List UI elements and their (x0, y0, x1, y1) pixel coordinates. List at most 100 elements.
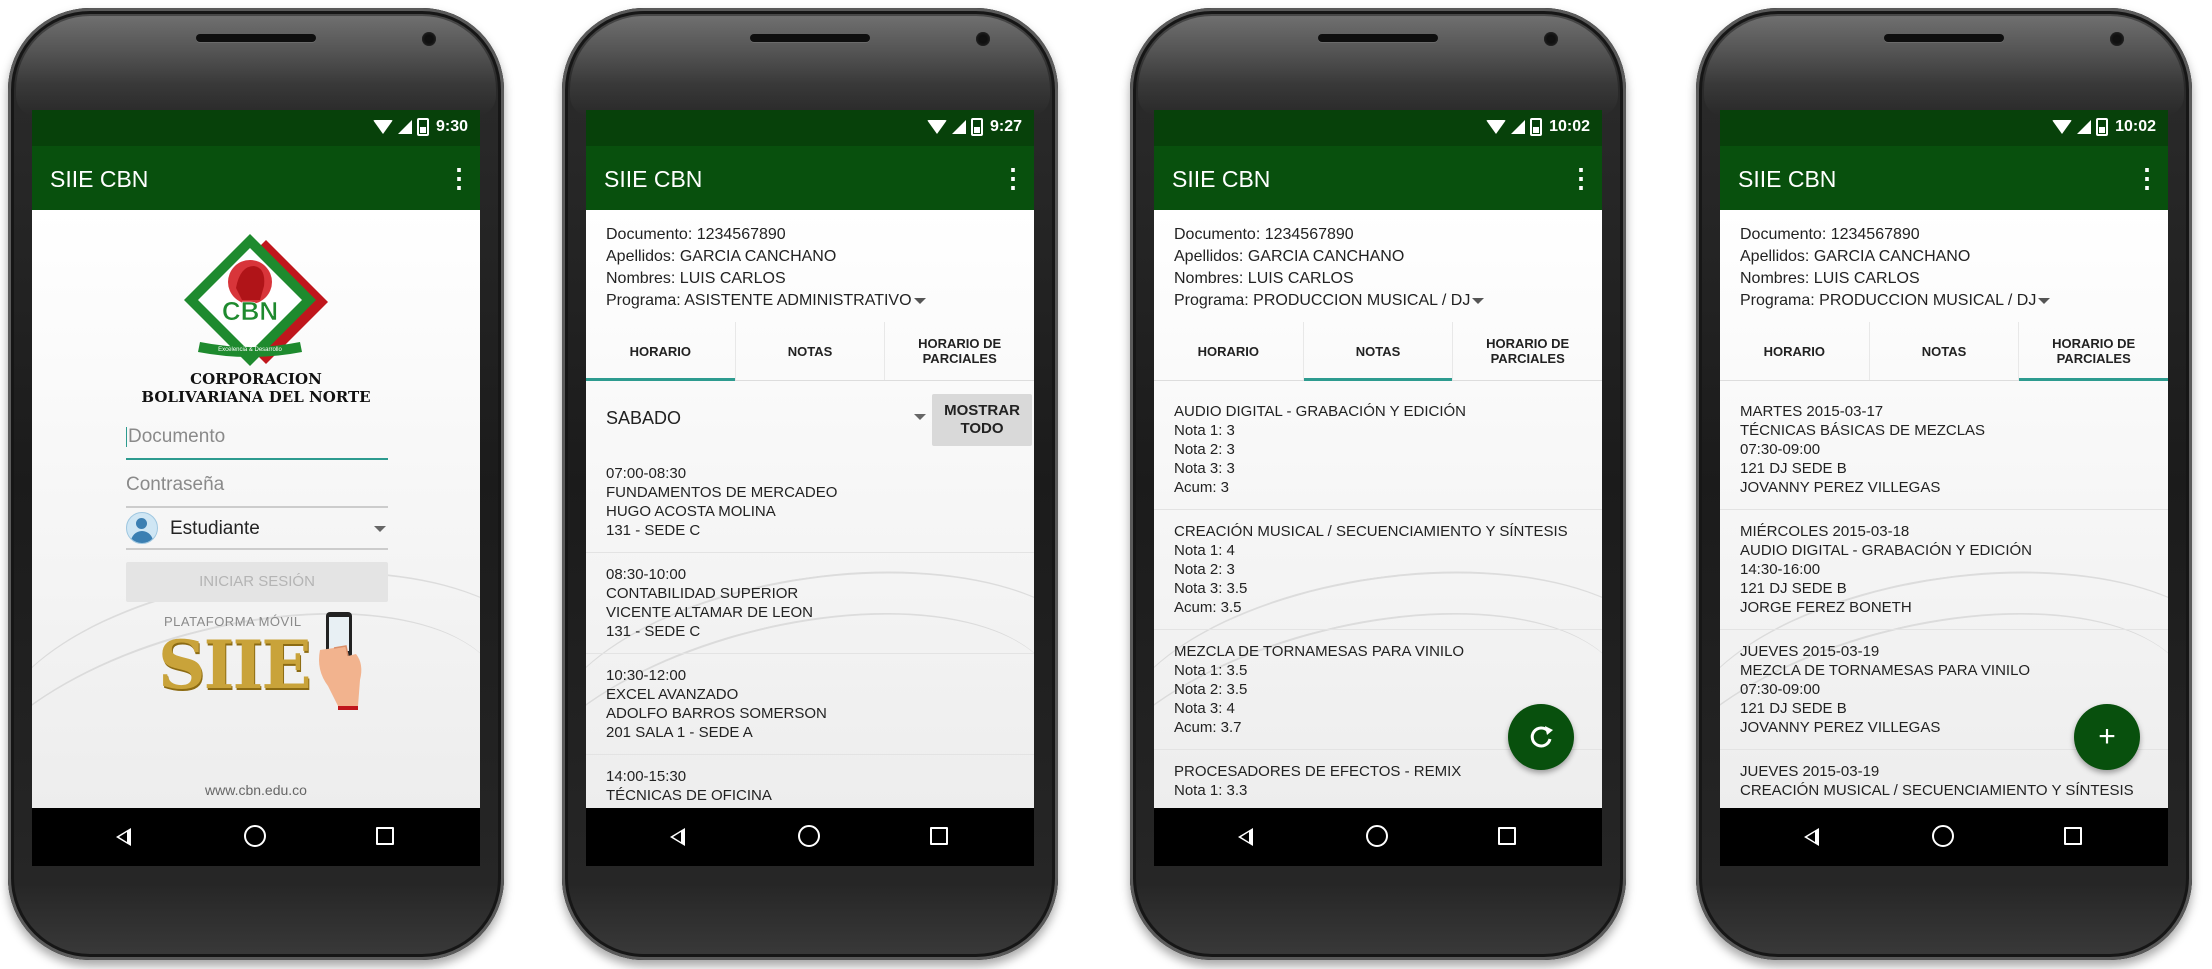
day-dropdown[interactable]: SABADO (606, 400, 926, 436)
home-icon[interactable] (1932, 825, 1954, 847)
signal-icon (951, 120, 966, 134)
refresh-button[interactable] (1508, 704, 1574, 770)
list-item[interactable]: 14:00-15:30 TÉCNICAS DE OFICINA (586, 755, 1034, 808)
back-icon[interactable] (1238, 828, 1253, 846)
document-placeholder: Documento (128, 426, 226, 447)
tab-horario-parciales[interactable]: HORARIO DE PARCIALES (2019, 322, 2168, 381)
student-document: Documento: 1234567890 (606, 226, 786, 243)
back-icon[interactable] (1804, 828, 1819, 846)
status-bar: 9:30 (32, 110, 480, 146)
overflow-menu-icon[interactable]: ⋮ (1568, 162, 1594, 194)
status-time: 9:30 (435, 118, 468, 135)
org-name-line1: CORPORACION (190, 370, 322, 388)
home-icon[interactable] (1366, 825, 1388, 847)
list-item[interactable]: CREACIÓN MUSICAL / SECUENCIAMIENTO Y SÍN… (1154, 510, 1602, 630)
status-time: 10:02 (2115, 118, 2156, 135)
tab-notas[interactable]: NOTAS (736, 322, 886, 380)
student-document: Documento: 1234567890 (1174, 226, 1354, 243)
recent-apps-icon[interactable] (930, 827, 948, 845)
phone-grades: 10:02 SIIE CBN ⋮ Documento: 1234567890 A… (1130, 8, 1626, 960)
phone-schedule: 9:27 SIIE CBN ⋮ Documento: 1234567890 Ap… (562, 8, 1058, 960)
overflow-menu-icon[interactable]: ⋮ (1000, 162, 1026, 194)
cbn-logo: CBN Excelencia & Desarrollo (184, 234, 328, 366)
battery-icon (416, 118, 429, 136)
dropdown-arrow-icon (374, 526, 386, 532)
app-bar: SIIE CBN ⋮ (1154, 146, 1602, 210)
earpiece-speaker (1884, 34, 2004, 42)
role-label: Estudiante (170, 518, 260, 539)
back-icon[interactable] (116, 828, 131, 846)
list-item[interactable]: MIÉRCOLES 2015-03-18 AUDIO DIGITAL - GRA… (1720, 510, 2168, 630)
password-placeholder: Contraseña (126, 474, 225, 495)
wifi-icon (2052, 120, 2073, 134)
partials-content: Documento: 1234567890 Apellidos: GARCIA … (1720, 210, 2168, 808)
website-link[interactable]: www.cbn.edu.co (32, 782, 480, 798)
dropdown-arrow-icon (2038, 297, 2051, 304)
tab-bar: HORARIO NOTAS HORARIO DE PARCIALES (586, 322, 1034, 381)
recent-apps-icon[interactable] (2064, 827, 2082, 845)
student-info: Documento: 1234567890 Apellidos: GARCIA … (1740, 224, 2051, 312)
wifi-icon (1486, 120, 1507, 134)
screen: 10:02 SIIE CBN ⋮ Documento: 1234567890 A… (1154, 110, 1602, 866)
login-button[interactable]: INICIAR SESIÓN (126, 562, 388, 602)
screen: 9:27 SIIE CBN ⋮ Documento: 1234567890 Ap… (586, 110, 1034, 866)
program-selector[interactable]: Programa: ASISTENTE ADMINISTRATIVO (606, 290, 926, 312)
tab-horario[interactable]: HORARIO (1154, 322, 1304, 380)
list-item[interactable]: 07:00-08:30 FUNDAMENTOS DE MERCADEO HUGO… (586, 452, 1034, 553)
tab-horario-parciales[interactable]: HORARIO DE PARCIALES (1453, 322, 1602, 380)
tab-horario[interactable]: HORARIO (586, 322, 736, 381)
program-selector[interactable]: Programa: PRODUCCION MUSICAL / DJ (1174, 290, 1485, 312)
dropdown-arrow-icon (1472, 297, 1485, 304)
student-info: Documento: 1234567890 Apellidos: GARCIA … (606, 224, 926, 312)
screen: 9:30 SIIE CBN ⋮ CBN Excelencia & Desarro… (32, 110, 480, 866)
app-bar: SIIE CBN ⋮ (1720, 146, 2168, 210)
status-bar: 10:02 (1720, 110, 2168, 146)
tab-notas[interactable]: NOTAS (1303, 322, 1454, 381)
earpiece-speaker (750, 34, 870, 42)
front-camera (422, 32, 436, 46)
tab-notas[interactable]: NOTAS (1870, 322, 2020, 380)
system-nav-bar (1154, 808, 1602, 866)
student-names: Nombres: LUIS CARLOS (606, 270, 786, 287)
logo-text: CBN (222, 296, 278, 326)
back-icon[interactable] (670, 828, 685, 846)
list-item[interactable]: 08:30-10:00 CONTABILIDAD SUPERIOR VICENT… (586, 553, 1034, 654)
show-all-button[interactable]: MOSTRAR TODO (932, 394, 1032, 446)
status-bar: 10:02 (1154, 110, 1602, 146)
document-field[interactable]: Documento (126, 416, 388, 460)
password-field[interactable]: Contraseña (126, 464, 388, 508)
app-bar: SIIE CBN ⋮ (586, 146, 1034, 210)
home-icon[interactable] (244, 825, 266, 847)
tab-horario[interactable]: HORARIO (1720, 322, 1870, 380)
system-nav-bar (32, 808, 480, 866)
system-nav-bar (1720, 808, 2168, 866)
phone-partials: 10:02 SIIE CBN ⋮ Documento: 1234567890 A… (1696, 8, 2192, 960)
battery-icon (1530, 118, 1543, 136)
list-item[interactable]: AUDIO DIGITAL - GRABACIÓN Y EDICIÓN Nota… (1154, 390, 1602, 510)
battery-icon (970, 118, 983, 136)
phone-in-hand-icon (319, 612, 362, 710)
dropdown-arrow-icon (914, 414, 926, 420)
login-content: CBN Excelencia & Desarrollo CORPORACION … (32, 210, 480, 808)
app-title: SIIE CBN (1738, 166, 1837, 192)
role-dropdown[interactable]: Estudiante (126, 506, 388, 550)
recent-apps-icon[interactable] (376, 827, 394, 845)
program-selector[interactable]: Programa: PRODUCCION MUSICAL / DJ (1740, 290, 2051, 312)
overflow-menu-icon[interactable]: ⋮ (446, 162, 472, 194)
refresh-icon (1530, 726, 1553, 748)
org-name-line2: BOLIVARIANA DEL NORTE (141, 388, 371, 406)
student-document: Documento: 1234567890 (1740, 226, 1920, 243)
student-surnames: Apellidos: GARCIA CANCHANO (1740, 248, 1971, 265)
overflow-menu-icon[interactable]: ⋮ (2134, 162, 2160, 194)
home-icon[interactable] (798, 825, 820, 847)
program-label: Programa: PRODUCCION MUSICAL / DJ (1174, 292, 1471, 309)
phone-login: 9:30 SIIE CBN ⋮ CBN Excelencia & Desarro… (8, 8, 504, 960)
recent-apps-icon[interactable] (1498, 827, 1516, 845)
add-button[interactable]: + (2074, 704, 2140, 770)
list-item[interactable]: 10:30-12:00 EXCEL AVANZADO ADOLFO BARROS… (586, 654, 1034, 755)
tab-bar: HORARIO NOTAS HORARIO DE PARCIALES (1154, 322, 1602, 381)
student-surnames: Apellidos: GARCIA CANCHANO (1174, 248, 1405, 265)
list-item[interactable]: MARTES 2015-03-17 TÉCNICAS BÁSICAS DE ME… (1720, 390, 2168, 510)
tab-horario-parciales[interactable]: HORARIO DE PARCIALES (885, 322, 1034, 380)
earpiece-speaker (1318, 34, 1438, 42)
